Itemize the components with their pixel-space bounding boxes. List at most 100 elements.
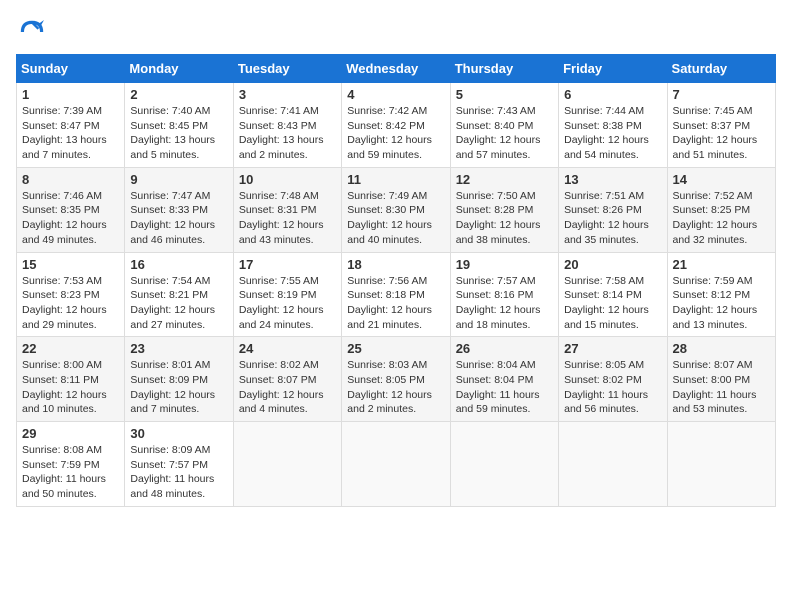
calendar-cell: 10 Sunrise: 7:48 AM Sunset: 8:31 PM Dayl… bbox=[233, 167, 341, 252]
day-info: Sunrise: 7:56 AM Sunset: 8:18 PM Dayligh… bbox=[347, 274, 444, 333]
calendar-cell bbox=[450, 422, 558, 507]
day-info: Sunrise: 7:44 AM Sunset: 8:38 PM Dayligh… bbox=[564, 104, 661, 163]
calendar-cell: 27 Sunrise: 8:05 AM Sunset: 8:02 PM Dayl… bbox=[559, 337, 667, 422]
daylight-text: Daylight: 12 hours and 27 minutes. bbox=[130, 304, 215, 331]
sunrise-text: Sunrise: 8:03 AM bbox=[347, 359, 427, 371]
sunrise-text: Sunrise: 7:56 AM bbox=[347, 275, 427, 287]
calendar-cell: 24 Sunrise: 8:02 AM Sunset: 8:07 PM Dayl… bbox=[233, 337, 341, 422]
calendar-header-friday: Friday bbox=[559, 55, 667, 83]
calendar-cell: 9 Sunrise: 7:47 AM Sunset: 8:33 PM Dayli… bbox=[125, 167, 233, 252]
sunrise-text: Sunrise: 7:55 AM bbox=[239, 275, 319, 287]
sunset-text: Sunset: 8:26 PM bbox=[564, 204, 642, 216]
calendar-cell bbox=[233, 422, 341, 507]
calendar-cell bbox=[342, 422, 450, 507]
calendar-header-tuesday: Tuesday bbox=[233, 55, 341, 83]
calendar-header-wednesday: Wednesday bbox=[342, 55, 450, 83]
sunset-text: Sunset: 8:16 PM bbox=[456, 289, 534, 301]
daylight-text: Daylight: 11 hours and 48 minutes. bbox=[130, 473, 214, 500]
calendar-cell: 18 Sunrise: 7:56 AM Sunset: 8:18 PM Dayl… bbox=[342, 252, 450, 337]
day-number: 6 bbox=[564, 87, 661, 102]
daylight-text: Daylight: 13 hours and 5 minutes. bbox=[130, 134, 215, 161]
sunrise-text: Sunrise: 7:53 AM bbox=[22, 275, 102, 287]
sunrise-text: Sunrise: 8:01 AM bbox=[130, 359, 210, 371]
day-number: 10 bbox=[239, 172, 336, 187]
day-info: Sunrise: 7:48 AM Sunset: 8:31 PM Dayligh… bbox=[239, 189, 336, 248]
calendar-cell: 4 Sunrise: 7:42 AM Sunset: 8:42 PM Dayli… bbox=[342, 83, 450, 168]
sunrise-text: Sunrise: 7:49 AM bbox=[347, 190, 427, 202]
day-info: Sunrise: 7:58 AM Sunset: 8:14 PM Dayligh… bbox=[564, 274, 661, 333]
calendar-cell bbox=[559, 422, 667, 507]
sunset-text: Sunset: 8:47 PM bbox=[22, 120, 100, 132]
day-number: 20 bbox=[564, 257, 661, 272]
calendar-week-row: 1 Sunrise: 7:39 AM Sunset: 8:47 PM Dayli… bbox=[17, 83, 776, 168]
day-info: Sunrise: 7:47 AM Sunset: 8:33 PM Dayligh… bbox=[130, 189, 227, 248]
daylight-text: Daylight: 13 hours and 7 minutes. bbox=[22, 134, 107, 161]
calendar-cell: 11 Sunrise: 7:49 AM Sunset: 8:30 PM Dayl… bbox=[342, 167, 450, 252]
calendar-header-monday: Monday bbox=[125, 55, 233, 83]
day-info: Sunrise: 8:02 AM Sunset: 8:07 PM Dayligh… bbox=[239, 358, 336, 417]
day-number: 27 bbox=[564, 341, 661, 356]
sunset-text: Sunset: 8:21 PM bbox=[130, 289, 208, 301]
day-number: 29 bbox=[22, 426, 119, 441]
day-info: Sunrise: 8:01 AM Sunset: 8:09 PM Dayligh… bbox=[130, 358, 227, 417]
day-number: 3 bbox=[239, 87, 336, 102]
calendar-cell: 5 Sunrise: 7:43 AM Sunset: 8:40 PM Dayli… bbox=[450, 83, 558, 168]
sunrise-text: Sunrise: 7:51 AM bbox=[564, 190, 644, 202]
daylight-text: Daylight: 12 hours and 4 minutes. bbox=[239, 389, 324, 416]
day-info: Sunrise: 7:43 AM Sunset: 8:40 PM Dayligh… bbox=[456, 104, 553, 163]
day-info: Sunrise: 7:42 AM Sunset: 8:42 PM Dayligh… bbox=[347, 104, 444, 163]
day-number: 8 bbox=[22, 172, 119, 187]
calendar-cell: 1 Sunrise: 7:39 AM Sunset: 8:47 PM Dayli… bbox=[17, 83, 125, 168]
calendar-cell: 29 Sunrise: 8:08 AM Sunset: 7:59 PM Dayl… bbox=[17, 422, 125, 507]
day-number: 25 bbox=[347, 341, 444, 356]
calendar-week-row: 15 Sunrise: 7:53 AM Sunset: 8:23 PM Dayl… bbox=[17, 252, 776, 337]
sunset-text: Sunset: 8:38 PM bbox=[564, 120, 642, 132]
sunset-text: Sunset: 8:05 PM bbox=[347, 374, 425, 386]
calendar-week-row: 8 Sunrise: 7:46 AM Sunset: 8:35 PM Dayli… bbox=[17, 167, 776, 252]
day-number: 22 bbox=[22, 341, 119, 356]
day-info: Sunrise: 7:39 AM Sunset: 8:47 PM Dayligh… bbox=[22, 104, 119, 163]
calendar-cell: 7 Sunrise: 7:45 AM Sunset: 8:37 PM Dayli… bbox=[667, 83, 775, 168]
logo bbox=[16, 16, 52, 48]
daylight-text: Daylight: 12 hours and 2 minutes. bbox=[347, 389, 432, 416]
sunset-text: Sunset: 8:00 PM bbox=[673, 374, 751, 386]
calendar-cell: 26 Sunrise: 8:04 AM Sunset: 8:04 PM Dayl… bbox=[450, 337, 558, 422]
day-info: Sunrise: 7:53 AM Sunset: 8:23 PM Dayligh… bbox=[22, 274, 119, 333]
day-number: 26 bbox=[456, 341, 553, 356]
sunrise-text: Sunrise: 8:04 AM bbox=[456, 359, 536, 371]
day-info: Sunrise: 8:09 AM Sunset: 7:57 PM Dayligh… bbox=[130, 443, 227, 502]
calendar-header-saturday: Saturday bbox=[667, 55, 775, 83]
calendar-cell: 25 Sunrise: 8:03 AM Sunset: 8:05 PM Dayl… bbox=[342, 337, 450, 422]
sunset-text: Sunset: 8:19 PM bbox=[239, 289, 317, 301]
day-info: Sunrise: 7:52 AM Sunset: 8:25 PM Dayligh… bbox=[673, 189, 770, 248]
sunrise-text: Sunrise: 7:58 AM bbox=[564, 275, 644, 287]
calendar-cell: 23 Sunrise: 8:01 AM Sunset: 8:09 PM Dayl… bbox=[125, 337, 233, 422]
calendar-cell: 8 Sunrise: 7:46 AM Sunset: 8:35 PM Dayli… bbox=[17, 167, 125, 252]
sunrise-text: Sunrise: 7:57 AM bbox=[456, 275, 536, 287]
sunrise-text: Sunrise: 7:41 AM bbox=[239, 105, 319, 117]
day-info: Sunrise: 7:54 AM Sunset: 8:21 PM Dayligh… bbox=[130, 274, 227, 333]
day-number: 21 bbox=[673, 257, 770, 272]
sunset-text: Sunset: 8:12 PM bbox=[673, 289, 751, 301]
calendar-cell: 20 Sunrise: 7:58 AM Sunset: 8:14 PM Dayl… bbox=[559, 252, 667, 337]
day-info: Sunrise: 7:41 AM Sunset: 8:43 PM Dayligh… bbox=[239, 104, 336, 163]
sunrise-text: Sunrise: 7:45 AM bbox=[673, 105, 753, 117]
day-info: Sunrise: 7:50 AM Sunset: 8:28 PM Dayligh… bbox=[456, 189, 553, 248]
sunset-text: Sunset: 8:23 PM bbox=[22, 289, 100, 301]
sunset-text: Sunset: 7:59 PM bbox=[22, 459, 100, 471]
calendar-cell bbox=[667, 422, 775, 507]
sunrise-text: Sunrise: 7:42 AM bbox=[347, 105, 427, 117]
calendar-header-sunday: Sunday bbox=[17, 55, 125, 83]
day-number: 1 bbox=[22, 87, 119, 102]
daylight-text: Daylight: 12 hours and 54 minutes. bbox=[564, 134, 649, 161]
daylight-text: Daylight: 12 hours and 57 minutes. bbox=[456, 134, 541, 161]
sunset-text: Sunset: 8:30 PM bbox=[347, 204, 425, 216]
day-info: Sunrise: 7:49 AM Sunset: 8:30 PM Dayligh… bbox=[347, 189, 444, 248]
calendar-cell: 22 Sunrise: 8:00 AM Sunset: 8:11 PM Dayl… bbox=[17, 337, 125, 422]
sunset-text: Sunset: 8:43 PM bbox=[239, 120, 317, 132]
calendar-cell: 3 Sunrise: 7:41 AM Sunset: 8:43 PM Dayli… bbox=[233, 83, 341, 168]
day-info: Sunrise: 8:08 AM Sunset: 7:59 PM Dayligh… bbox=[22, 443, 119, 502]
sunrise-text: Sunrise: 7:47 AM bbox=[130, 190, 210, 202]
sunrise-text: Sunrise: 7:43 AM bbox=[456, 105, 536, 117]
day-info: Sunrise: 7:55 AM Sunset: 8:19 PM Dayligh… bbox=[239, 274, 336, 333]
